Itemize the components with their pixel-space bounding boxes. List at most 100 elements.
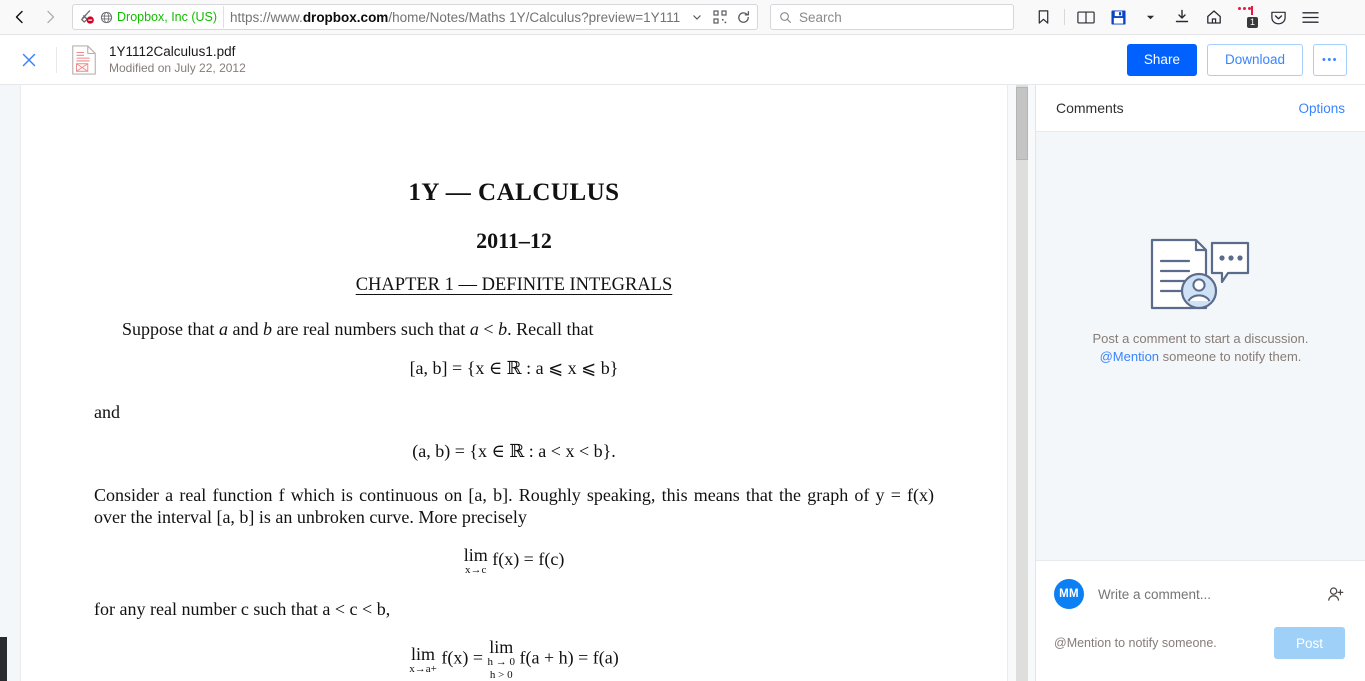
qr-code-icon[interactable] <box>711 8 729 26</box>
chevron-down-icon[interactable] <box>688 8 706 26</box>
hamburger-menu-button[interactable] <box>1295 3 1325 31</box>
pdf-scrollbar-thumb[interactable] <box>1016 87 1028 160</box>
mention-rest: someone to notify them. <box>1159 348 1302 364</box>
search-placeholder: Search <box>799 9 842 25</box>
share-button[interactable]: Share <box>1126 43 1197 76</box>
close-icon <box>22 53 36 66</box>
search-icon <box>780 11 791 23</box>
bookmark-icon <box>1038 10 1048 24</box>
comments-options-link[interactable]: Options <box>1298 101 1345 116</box>
forward-arrow-icon <box>47 10 55 24</box>
equation-4: lim x→a+ f(x) = lim h → 0 h > 0 f(a + h)… <box>94 638 934 681</box>
composer-action-row: @Mention to notify someone. Post <box>1054 627 1345 659</box>
library-button[interactable] <box>1071 3 1101 31</box>
file-meta: 1Y1112Calculus1.pdf Modified on July 22,… <box>109 43 246 76</box>
file-name: 1Y1112Calculus1.pdf <box>109 44 236 59</box>
downloads-button[interactable] <box>1167 3 1197 31</box>
lim-label-2: lim <box>411 643 436 664</box>
extension-button[interactable]: 1 <box>1231 3 1261 31</box>
lim-label-3: lim <box>489 637 514 657</box>
composer-input-row: MM <box>1054 579 1345 609</box>
para1-part-d: . Recall that <box>507 319 594 339</box>
comments-title: Comments <box>1056 100 1124 116</box>
pdf-viewer[interactable]: 1Y — CALCULUS 2011–12 CHAPTER 1 — DEFINI… <box>0 85 1035 681</box>
save-dropdown-button[interactable] <box>1135 3 1165 31</box>
pdf-page: 1Y — CALCULUS 2011–12 CHAPTER 1 — DEFINI… <box>20 85 1008 681</box>
browser-toolbar: Dropbox, Inc (US) https://www.dropbox.co… <box>0 0 1365 35</box>
toolbar-divider <box>1064 9 1065 25</box>
chevron-down-icon <box>1146 15 1154 19</box>
document-title: 1Y — CALCULUS <box>408 179 620 206</box>
equation-3-body: f(x) = f(c) <box>492 549 565 570</box>
comments-header: Comments Options <box>1036 85 1365 132</box>
equation-3: lim x→c f(x) = f(c) <box>94 546 934 576</box>
save-to-disk-icon <box>1110 9 1126 25</box>
lim-subscript-3b: h > 0 <box>489 669 513 681</box>
para1-part-c: are real numbers such that <box>272 319 470 339</box>
site-identity-label: Dropbox, Inc (US) <box>117 10 218 24</box>
address-bar[interactable]: Dropbox, Inc (US) https://www.dropbox.co… <box>72 4 758 30</box>
limit-operator-3: lim h → 0 h > 0 <box>487 638 515 681</box>
document-year: 2011–12 <box>476 228 552 253</box>
paragraph-1: Suppose that a and b are real numbers su… <box>122 319 594 339</box>
close-preview-button[interactable] <box>14 45 44 75</box>
pdf-document-text: 1Y — CALCULUS 2011–12 CHAPTER 1 — DEFINI… <box>21 179 1007 681</box>
para1-part-a: Suppose that <box>122 319 219 339</box>
url-path: /home/Notes/Maths 1Y/Calculus?preview=1Y… <box>388 9 681 25</box>
downloads-icon <box>1175 9 1189 23</box>
limit-operator-2: lim x→a+ <box>409 645 437 675</box>
mention-link[interactable]: @Mention <box>1100 349 1159 364</box>
url-prefix: https://www. <box>230 9 303 25</box>
limit-operator-1: lim x→c <box>464 546 488 576</box>
comment-input[interactable] <box>1098 586 1325 602</box>
paragraph-2: Consider a real function f which is cont… <box>94 485 934 527</box>
main-content: 1Y — CALCULUS 2011–12 CHAPTER 1 — DEFINI… <box>0 85 1365 681</box>
pdf-scrollbar-track[interactable] <box>1016 85 1028 681</box>
search-input[interactable]: Search <box>770 4 1014 30</box>
comments-empty-line-1: Post a comment to start a discussion. <box>1092 330 1309 346</box>
file-modified-date: Modified on July 22, 2012 <box>109 61 246 75</box>
library-icon <box>1077 11 1095 23</box>
pocket-button[interactable] <box>1263 3 1293 31</box>
home-button[interactable] <box>1199 3 1229 31</box>
status-tooltip <box>0 637 7 681</box>
hamburger-menu-icon <box>1301 11 1319 23</box>
lim-subscript-1: x→c <box>465 564 487 576</box>
pdf-left-gutter <box>0 85 20 681</box>
extension-activity-dots <box>1238 7 1251 10</box>
equation-2: (a, b) = {x ∈ ℝ : a < x < b}. <box>412 441 616 461</box>
comments-empty-text: Post a comment to start a discussion. @M… <box>1092 330 1308 366</box>
forward-button[interactable] <box>36 3 64 31</box>
comments-panel: Comments Options Post a comment to start… <box>1035 85 1365 681</box>
extension-activity-bar <box>1251 6 1253 15</box>
more-options-button[interactable]: ••• <box>1313 43 1347 76</box>
equation-1: [a, b] = {x ∈ ℝ : a ⩽ x ⩽ b} <box>409 358 619 378</box>
extension-badge: 1 <box>1247 17 1258 28</box>
site-identity[interactable]: Dropbox, Inc (US) <box>77 6 225 28</box>
url-domain: dropbox.com <box>302 9 389 25</box>
file-header-bar: 1Y1112Calculus1.pdf Modified on July 22,… <box>0 35 1365 85</box>
browser-action-icons: 1 <box>1028 3 1325 31</box>
equation-4-mid: f(x) = <box>441 647 483 668</box>
add-person-icon <box>1327 586 1343 601</box>
add-person-button[interactable] <box>1325 584 1345 604</box>
para1-part-b: and <box>228 319 263 339</box>
back-arrow-icon <box>15 10 23 24</box>
pocket-icon <box>1270 11 1286 24</box>
comment-composer: MM @Mention to notify someone. Post <box>1036 560 1365 681</box>
lim-subscript-3a: h → 0 <box>487 656 515 668</box>
bookmark-button[interactable] <box>1028 3 1058 31</box>
url-display[interactable]: https://www.dropbox.com/home/Notes/Maths… <box>230 10 688 25</box>
file-header-actions: Share Download ••• <box>1126 43 1347 76</box>
globe-icon <box>100 11 113 23</box>
header-divider <box>56 46 57 73</box>
back-button[interactable] <box>6 3 34 31</box>
equation-4-tail: f(a + h) = f(a) <box>519 647 619 668</box>
mention-hint: @Mention to notify someone. <box>1054 636 1217 650</box>
comment-discussion-illustration <box>1150 238 1249 309</box>
download-button[interactable]: Download <box>1206 43 1303 76</box>
reload-icon[interactable] <box>734 8 752 26</box>
post-button[interactable]: Post <box>1273 627 1345 659</box>
comments-empty-state: Post a comment to start a discussion. @M… <box>1036 132 1365 560</box>
save-to-disk-button[interactable] <box>1103 3 1133 31</box>
